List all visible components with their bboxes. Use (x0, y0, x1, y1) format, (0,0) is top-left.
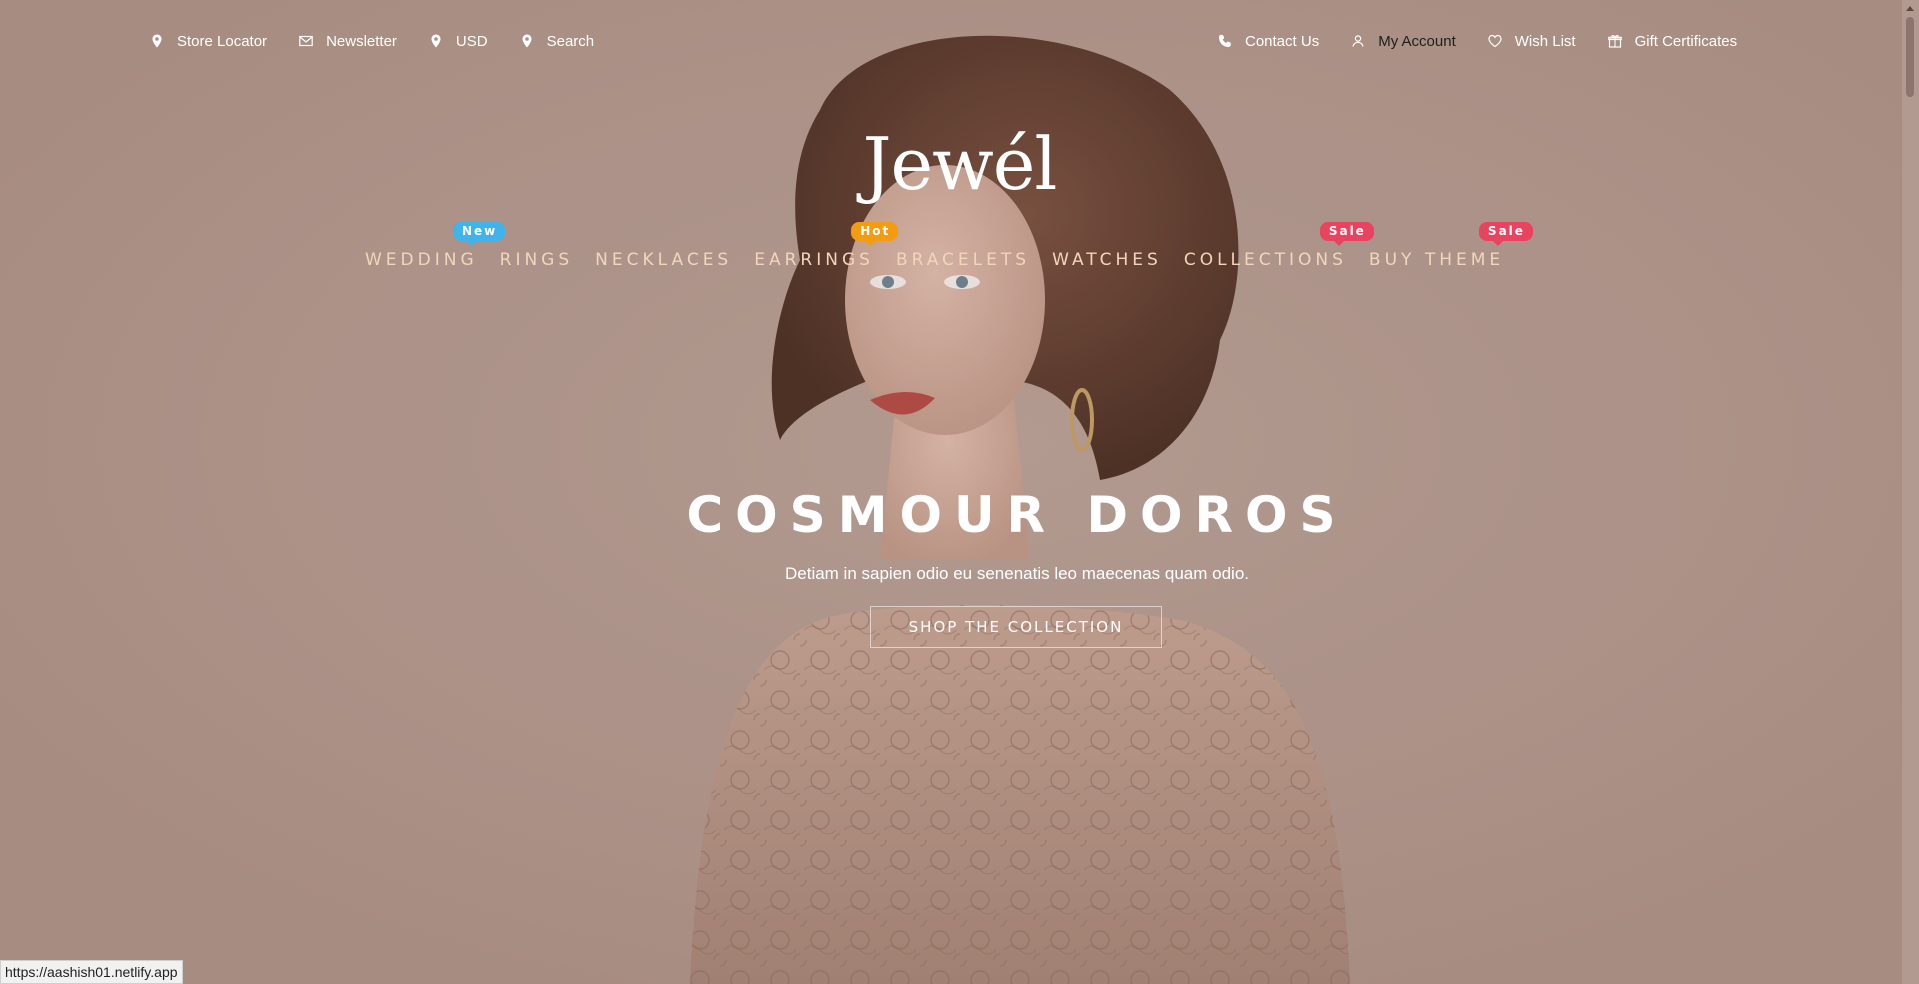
gift-certificates-label: Gift Certificates (1634, 32, 1738, 50)
mail-icon (299, 35, 313, 47)
nav-item-rings[interactable]: RINGS (500, 250, 574, 270)
nav-label: EARRINGS (754, 250, 874, 270)
newsletter-link[interactable]: Newsletter (299, 33, 397, 50)
sale-badge-text: Sale (1487, 224, 1525, 238)
nav-label: WATCHES (1052, 250, 1162, 270)
hero-subtitle: Detiam in sapien odio eu senenatis leo m… (784, 564, 1249, 583)
hot-badge-text: Hot (860, 224, 891, 238)
currency-selector[interactable]: USD (429, 33, 488, 50)
nav-label: NECKLACES (595, 250, 733, 270)
nav-item-collections[interactable]: Sale COLLECTIONS (1183, 222, 1374, 270)
nav-item-buy-theme[interactable]: Sale BUY THEME (1368, 222, 1533, 270)
map-pin-icon (522, 34, 532, 48)
contact-us-label: Contact Us (1245, 32, 1320, 50)
my-account-link[interactable]: My Account (1351, 33, 1456, 50)
wish-list-label: Wish List (1514, 32, 1576, 50)
main-nav: New WEDDING RINGS NECKLACES Hot EARRINGS… (365, 222, 1533, 270)
nav-label: COLLECTIONS (1183, 250, 1347, 270)
gift-certificates-link[interactable]: Gift Certificates (1607, 32, 1738, 50)
newsletter-label: Newsletter (326, 32, 397, 50)
page-scrollbar[interactable] (1901, 0, 1919, 984)
sale-badge: Sale (1319, 222, 1374, 246)
site-logo[interactable]: Jewél (0, 128, 1919, 200)
search-label: Search (546, 32, 595, 50)
contact-us-link[interactable]: Contact Us (1218, 33, 1319, 50)
scroll-thumb[interactable] (1906, 17, 1914, 97)
new-badge: New (453, 222, 506, 246)
store-locator-link[interactable]: Store Locator (150, 33, 267, 50)
new-badge-text: New (462, 224, 498, 238)
currency-label: USD (455, 32, 488, 50)
nav-label: WEDDING (365, 250, 478, 270)
wish-list-link[interactable]: Wish List (1488, 33, 1576, 50)
shop-the-collection-button[interactable]: SHOP THE COLLECTION (870, 606, 1162, 648)
nav-item-watches[interactable]: WATCHES (1052, 250, 1162, 270)
map-pin-icon (152, 34, 162, 48)
nav-label: BRACELETS (895, 250, 1031, 270)
page: Store Locator Newsletter USD Search Cont… (0, 0, 1919, 984)
store-locator-label: Store Locator (177, 32, 268, 50)
nav-item-wedding[interactable]: New WEDDING (365, 222, 506, 270)
nav-label: RINGS (499, 250, 574, 270)
scroll-up-arrow-icon[interactable] (1906, 6, 1914, 11)
topbar-right: Contact Us My Account Wish List Gift Cer… (1218, 26, 1769, 56)
phone-icon (1219, 34, 1231, 47)
sale-badge: Sale (1478, 222, 1533, 246)
topbar-left: Store Locator Newsletter USD Search (150, 26, 594, 56)
nav-item-necklaces[interactable]: NECKLACES (595, 250, 732, 270)
gift-icon (1607, 34, 1622, 48)
user-icon (1352, 35, 1364, 47)
hero-title: COSMOUR DOROS (686, 486, 1348, 544)
nav-item-earrings[interactable]: Hot EARRINGS (754, 222, 899, 270)
sale-badge-text: Sale (1328, 224, 1366, 238)
nav-item-bracelets[interactable]: BRACELETS (896, 250, 1030, 270)
search-link[interactable]: Search (520, 32, 595, 50)
my-account-label: My Account (1378, 32, 1456, 50)
nav-label: BUY THEME (1368, 250, 1505, 270)
status-bar-url: https://aashish01.netlify.app (0, 960, 183, 984)
heart-icon (1488, 34, 1502, 48)
map-pin-icon (431, 34, 441, 48)
hot-badge: Hot (851, 222, 899, 246)
